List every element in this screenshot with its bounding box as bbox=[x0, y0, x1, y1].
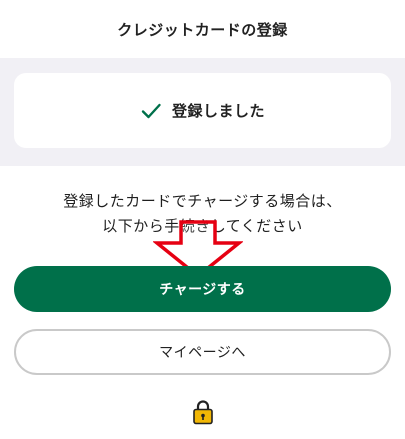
status-band: 登録しました bbox=[0, 58, 405, 166]
instruction-line-1: 登録したカードでチャージする場合は、 bbox=[63, 192, 342, 210]
page-title: クレジットカードの登録 bbox=[117, 20, 288, 39]
success-card: 登録しました bbox=[14, 73, 391, 148]
charge-button[interactable]: チャージする bbox=[14, 266, 391, 312]
mypage-button[interactable]: マイページへ bbox=[14, 329, 391, 375]
success-message: 登録しました bbox=[171, 102, 265, 120]
check-icon bbox=[140, 100, 162, 122]
lock-icon bbox=[193, 400, 213, 425]
page-header: クレジットカードの登録 bbox=[0, 0, 405, 58]
